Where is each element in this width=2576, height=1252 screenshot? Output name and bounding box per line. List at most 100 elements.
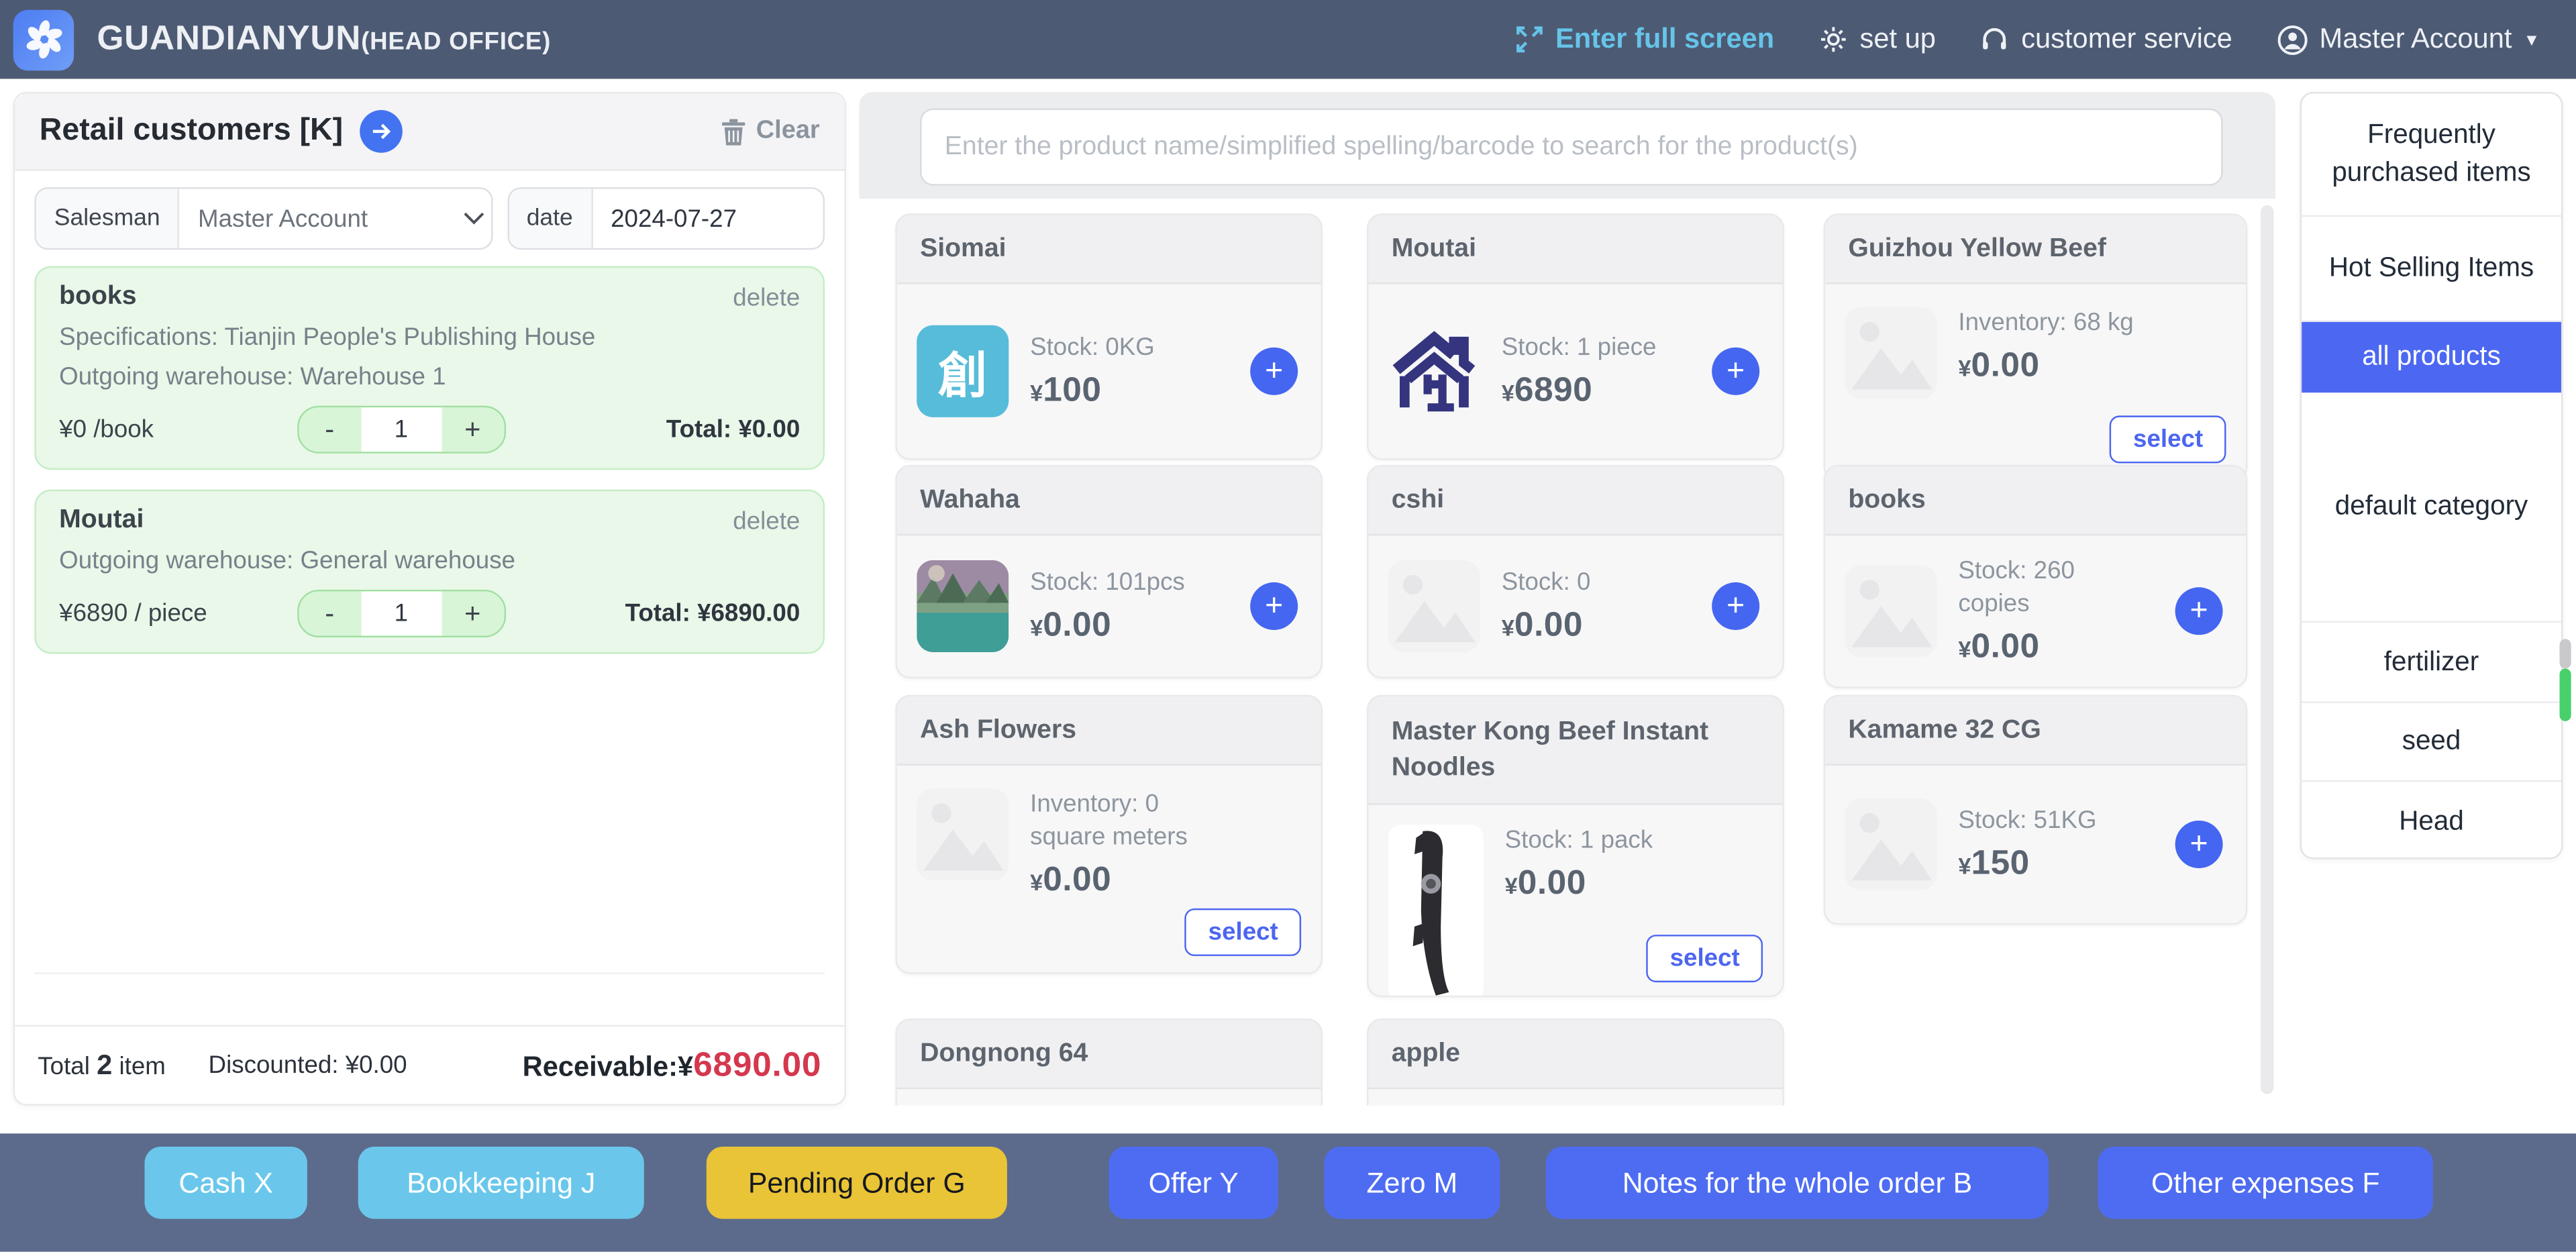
category-fertilizer[interactable]: fertilizer (2302, 623, 2561, 703)
select-product-button[interactable]: select (1647, 935, 1763, 982)
product-card: Dongnong 64 (895, 1019, 1323, 1106)
minus-button[interactable]: - (299, 591, 361, 635)
zero-button[interactable]: Zero M (1324, 1147, 1500, 1219)
date-picker[interactable]: date 2024-07-27 (507, 187, 825, 250)
product-stock: Stock: 1 piece (1502, 332, 1657, 365)
product-card: Moutai (1367, 213, 1784, 460)
account-menu[interactable]: Master Account ▾ (2277, 23, 2536, 56)
page-scrollbar-track[interactable] (2560, 639, 2571, 668)
product-price: ¥0.00 (1505, 864, 1653, 904)
delete-item-button[interactable]: delete (733, 283, 800, 311)
select-customer-button[interactable] (360, 110, 403, 153)
product-title: Moutai (1368, 215, 1782, 284)
quantity-stepper: - 1 + (297, 590, 505, 637)
user-icon (2277, 24, 2308, 56)
plus-icon: + (1727, 584, 1745, 628)
other-expenses-button[interactable]: Other expenses F (2098, 1147, 2433, 1219)
cash-button[interactable]: Cash X (144, 1147, 307, 1219)
date-label: date (509, 189, 593, 248)
clear-cart-button[interactable]: Clear (721, 117, 819, 146)
offer-button[interactable]: Offer Y (1109, 1147, 1278, 1219)
product-card: Master Kong Beef Instant Noodles (1367, 695, 1784, 997)
receivable-label: Receivable:¥ (523, 1051, 694, 1084)
plus-button[interactable]: + (442, 407, 504, 452)
customer-service-button[interactable]: customer service (1980, 23, 2232, 56)
product-title: books (1825, 466, 2246, 535)
quantity-input[interactable]: 1 (361, 591, 442, 635)
product-price: ¥0.00 (1502, 606, 1591, 645)
workspace: Retail customers [K] (0, 79, 2576, 1134)
arrow-right-icon (369, 120, 392, 143)
gear-icon (1818, 25, 1848, 54)
products-scrollbar[interactable] (2261, 205, 2274, 1094)
category-seed[interactable]: seed (2302, 703, 2561, 782)
product-card: Kamame 32 CG Stock: 51KG ¥150 + (1824, 695, 2248, 925)
product-price: ¥6890 (1502, 371, 1657, 411)
cart-title: Retail customers [K] (40, 113, 343, 150)
pos-app: GUANDIANYUN(HEAD OFFICE) Enter full scre… (0, 0, 2576, 1252)
trash-icon (721, 117, 746, 146)
cart-item-total: Total: ¥6890.00 (586, 600, 800, 628)
product-stock: Stock: 101pcs (1030, 567, 1185, 600)
product-stock: Inventory: 68 kg (1958, 307, 2133, 340)
pending-order-button[interactable]: Pending Order G (707, 1147, 1007, 1219)
add-product-button[interactable]: + (1250, 582, 1298, 630)
product-title: cshi (1368, 466, 1782, 535)
select-product-button[interactable]: select (1185, 908, 1301, 956)
bookkeeping-button[interactable]: Bookkeeping J (358, 1147, 644, 1219)
salesman-select[interactable]: Salesman Master Account (34, 187, 492, 250)
category-head[interactable]: Head (2302, 782, 2561, 859)
products-panel: Siomai 創 Stock: 0KG ¥100 + Moutai (859, 92, 2275, 1106)
product-title: Dongnong 64 (897, 1020, 1321, 1089)
cart-item-name: Moutai (59, 506, 144, 535)
add-product-button[interactable]: + (2175, 821, 2223, 868)
product-photo-landscape (917, 560, 1009, 652)
category-all-products[interactable]: all products (2302, 322, 2561, 393)
setup-button[interactable]: set up (1818, 23, 1936, 56)
product-stock: Stock: 51KG (1958, 805, 2096, 838)
bottom-action-bar: Cash X Bookkeeping J Pending Order G Off… (0, 1133, 2576, 1251)
cart-item-moutai: Moutai delete Outgoing warehouse: Genera… (34, 490, 825, 654)
quantity-input[interactable]: 1 (361, 407, 442, 452)
minus-button[interactable]: - (299, 407, 361, 452)
discount-label: Discounted: ¥0.00 (209, 1051, 407, 1080)
product-title: Kamame 32 CG (1825, 696, 2246, 766)
enter-fullscreen-button[interactable]: Enter full screen (1514, 23, 1774, 56)
add-product-button[interactable]: + (1712, 582, 1759, 630)
chevron-down-icon (462, 189, 491, 248)
app-logo (13, 9, 74, 70)
product-title: Wahaha (897, 466, 1321, 535)
page-scrollbar-thumb[interactable] (2560, 668, 2571, 721)
order-notes-button[interactable]: Notes for the whole order B (1546, 1147, 2049, 1219)
product-stock: Stock: 1 pack (1505, 825, 1653, 857)
plus-button[interactable]: + (442, 591, 504, 635)
product-logo-siomai: 創 (917, 325, 1009, 417)
select-product-button[interactable]: select (2110, 415, 2226, 463)
category-hot-selling[interactable]: Hot Selling Items (2302, 217, 2561, 322)
top-bar: GUANDIANYUN(HEAD OFFICE) Enter full scre… (0, 0, 2576, 79)
receivable-value: 6890.00 (693, 1045, 821, 1085)
product-price: ¥100 (1030, 371, 1155, 411)
receivable: Receivable:¥ 6890.00 (523, 1045, 822, 1085)
category-frequently-purchased[interactable]: Frequently purchased items (2302, 94, 2561, 217)
cart-item-name: books (59, 282, 136, 312)
category-default[interactable]: default category (2302, 393, 2561, 623)
add-product-button[interactable]: + (1712, 348, 1759, 395)
product-card: Guizhou Yellow Beef Inventory: 68 kg ¥0.… (1824, 213, 2248, 481)
product-stock: Stock: 0KG (1030, 332, 1155, 365)
topbar-actions: Enter full screen set up (1514, 23, 2536, 56)
product-card: Stock: 0 ¥0.00 + cshi (1367, 465, 1784, 678)
product-price: ¥0.00 (1030, 861, 1227, 900)
add-product-button[interactable]: + (2175, 587, 2223, 635)
product-logo-moutai (1388, 325, 1480, 417)
cart-item-total: Total: ¥0.00 (586, 415, 800, 444)
add-product-button[interactable]: + (1250, 348, 1298, 395)
delete-item-button[interactable]: delete (733, 507, 800, 535)
product-card: Ash Flowers Inventory: 0 square meters ¥… (895, 695, 1323, 974)
category-panel: Frequently purchased items Hot Selling I… (2300, 92, 2563, 859)
image-placeholder-icon (917, 788, 1009, 880)
cart-header: Retail customers [K] (15, 94, 844, 171)
salesman-value: Master Account (180, 189, 462, 248)
total-items-label: Total 2 item (38, 1049, 166, 1082)
product-search-input[interactable] (920, 109, 2223, 186)
